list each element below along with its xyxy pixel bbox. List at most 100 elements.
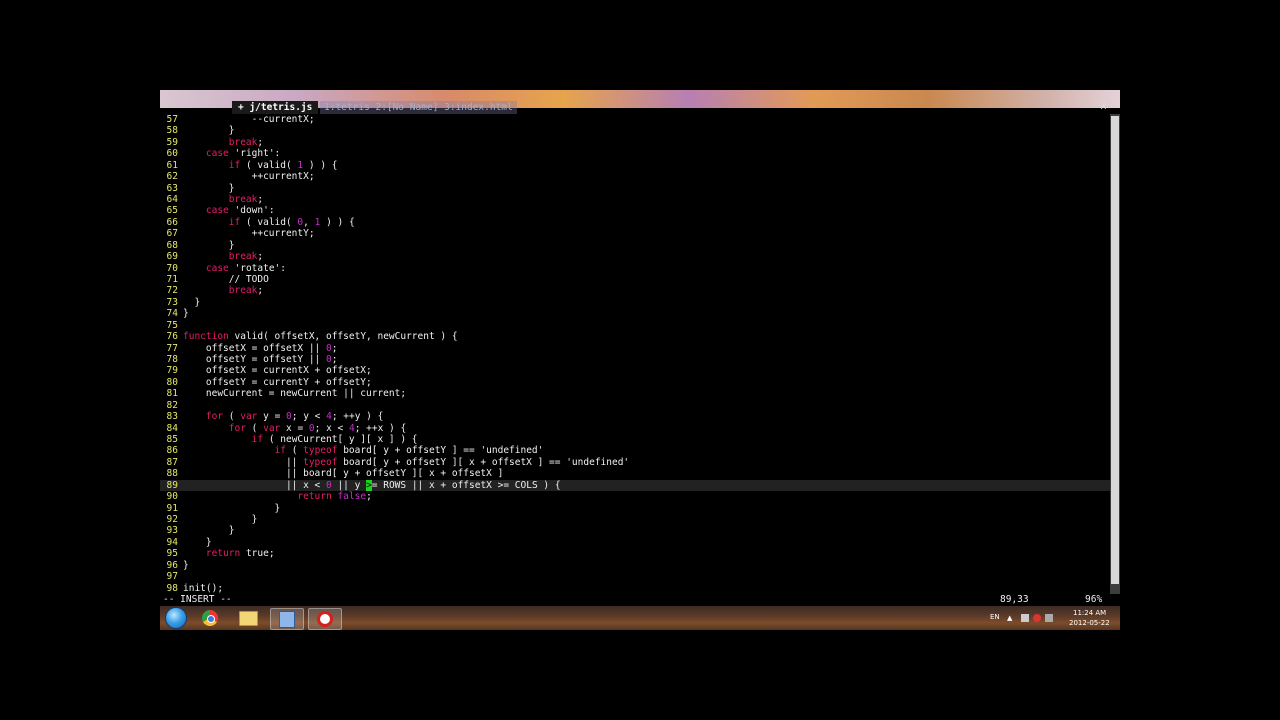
- line-number: 81: [166, 388, 178, 400]
- taskbar-explorer[interactable]: [232, 608, 264, 628]
- code-line[interactable]: 70 case 'rotate':: [160, 263, 1110, 274]
- line-number: 73: [166, 296, 178, 308]
- line-number: 94: [166, 536, 178, 548]
- security-icon[interactable]: [1033, 614, 1041, 622]
- code-line[interactable]: 76 function valid( offsetX, offsetY, newC…: [160, 331, 1110, 342]
- start-button[interactable]: [160, 607, 192, 629]
- code-line[interactable]: 93 }: [160, 525, 1110, 536]
- code-line[interactable]: 80 offsetY = currentY + offsetY;: [160, 377, 1110, 388]
- scrollbar[interactable]: [1110, 114, 1120, 594]
- code-line[interactable]: 91 }: [160, 503, 1110, 514]
- code-line[interactable]: 78 offsetY = offsetY || 0;: [160, 354, 1110, 365]
- language-indicator[interactable]: EN: [990, 613, 1000, 621]
- code-line[interactable]: 96}: [160, 560, 1110, 571]
- code-line[interactable]: 95 return true;: [160, 548, 1110, 559]
- code-token: = ROWS || x + offsetX >= COLS ) {: [371, 479, 561, 491]
- code-line[interactable]: 68 }: [160, 240, 1110, 251]
- code-line[interactable]: 69 break;: [160, 251, 1110, 262]
- code-line[interactable]: 65 case 'down':: [160, 205, 1110, 216]
- line-number: 82: [166, 399, 178, 411]
- code-line[interactable]: 59 break;: [160, 137, 1110, 148]
- code-line[interactable]: 61 if ( valid( 1 ) ) {: [160, 160, 1110, 171]
- line-number: 57: [166, 114, 178, 125]
- code-token: ;: [331, 354, 338, 366]
- line-number: 79: [166, 365, 178, 377]
- clock-time[interactable]: 11:24 AM: [1073, 609, 1106, 617]
- show-hidden-icons-icon[interactable]: ▲: [1007, 614, 1015, 622]
- line-number: 66: [166, 216, 178, 228]
- line-number: 78: [166, 354, 178, 366]
- network-icon[interactable]: [1021, 614, 1029, 622]
- line-number: 80: [166, 376, 178, 388]
- code-line[interactable]: 90 return false;: [160, 491, 1110, 502]
- code-line[interactable]: 98 init();: [160, 583, 1110, 594]
- code-line[interactable]: 92 }: [160, 514, 1110, 525]
- code-line[interactable]: 66 if ( valid( 0, 1 ) ) {: [160, 217, 1110, 228]
- code-line[interactable]: 74}: [160, 308, 1110, 319]
- line-number: 69: [166, 251, 178, 263]
- code-line[interactable]: 75: [160, 320, 1110, 331]
- code-token: 'down':: [228, 205, 275, 217]
- code-line[interactable]: 88 || board[ y + offsetY ][ x + offsetX …: [160, 468, 1110, 479]
- code-line[interactable]: 97: [160, 571, 1110, 582]
- code-line[interactable]: 85 if ( newCurrent[ y ][ x ] ) {: [160, 434, 1110, 445]
- code-line[interactable]: 73 }: [160, 297, 1110, 308]
- taskbar-app[interactable]: [270, 608, 304, 630]
- code-line[interactable]: 77 offsetX = offsetX || 0;: [160, 343, 1110, 354]
- volume-icon[interactable]: [1045, 614, 1053, 622]
- code-line[interactable]: 57 --currentX;: [160, 114, 1110, 125]
- clock-date[interactable]: 2012-05-22: [1069, 619, 1110, 627]
- code-line[interactable]: 62 ++currentX;: [160, 171, 1110, 182]
- code-line[interactable]: 81 newCurrent = newCurrent || current;: [160, 388, 1110, 399]
- code-token: // TODO: [183, 274, 269, 286]
- code-line[interactable]: 60 case 'right':: [160, 148, 1110, 159]
- code-token: 'rotate':: [228, 262, 286, 274]
- code-line[interactable]: 82: [160, 400, 1110, 411]
- taskbar-chrome[interactable]: [194, 608, 226, 628]
- code-line[interactable]: 64 break;: [160, 194, 1110, 205]
- code-token: valid( offsetX, offsetY, newCurrent ) {: [228, 331, 458, 343]
- code-token: true;: [240, 548, 275, 560]
- line-number: 68: [166, 239, 178, 251]
- scrollbar-thumb[interactable]: [1111, 116, 1119, 584]
- code-token: ; ++y ) {: [331, 411, 384, 423]
- code-line[interactable]: 87 || typeof board[ y + offsetY ][ x + o…: [160, 457, 1110, 468]
- code-token: if: [228, 159, 241, 171]
- code-line[interactable]: 83 for ( var y = 0; y < 4; ++y ) {: [160, 411, 1110, 422]
- tab-inactive-list[interactable]: 1:tetris 2:[No Name] 3:index.html: [320, 101, 517, 114]
- line-number: 97: [166, 571, 178, 583]
- line-number: 93: [166, 525, 178, 537]
- code-token: ) ) {: [303, 159, 338, 171]
- code-line[interactable]: 89 || x < 0 || y >= ROWS || x + offsetX …: [160, 479, 1110, 492]
- line-number: 84: [166, 422, 178, 434]
- code-line[interactable]: 79 offsetX = currentX + offsetX;: [160, 365, 1110, 376]
- code-line[interactable]: 58 }: [160, 125, 1110, 136]
- code-token: (: [223, 411, 241, 423]
- code-token: offsetX = offsetX ||: [183, 342, 326, 354]
- line-number: 89: [166, 479, 178, 491]
- close-icon[interactable]: X: [1099, 102, 1108, 112]
- code-token: }: [183, 525, 235, 537]
- code-token: ,: [303, 216, 315, 228]
- line-number: 98: [166, 582, 178, 594]
- code-token: || y: [331, 479, 367, 491]
- code-line[interactable]: 94 }: [160, 537, 1110, 548]
- line-number: 63: [166, 182, 178, 194]
- code-token: ; x <: [314, 422, 349, 434]
- line-number: 64: [166, 194, 178, 205]
- code-line[interactable]: 84 for ( var x = 0; x < 4; ++x ) {: [160, 423, 1110, 434]
- code-line[interactable]: 71 // TODO: [160, 274, 1110, 285]
- code-token: ++currentY;: [183, 228, 315, 240]
- code-editor[interactable]: 57 --currentX; 58 } 59 break; 60 case 'righ…: [160, 114, 1110, 594]
- code-line[interactable]: 67 ++currentY;: [160, 228, 1110, 239]
- code-line[interactable]: 72 break;: [160, 285, 1110, 296]
- code-token: break: [228, 285, 258, 297]
- tab-tetris-js[interactable]: + j/tetris.js: [232, 101, 319, 114]
- code-line[interactable]: 86 if ( typeof board[ y + offsetY ] == '…: [160, 445, 1110, 456]
- taskbar-opera[interactable]: [308, 608, 342, 630]
- code-line[interactable]: 63 }: [160, 183, 1110, 194]
